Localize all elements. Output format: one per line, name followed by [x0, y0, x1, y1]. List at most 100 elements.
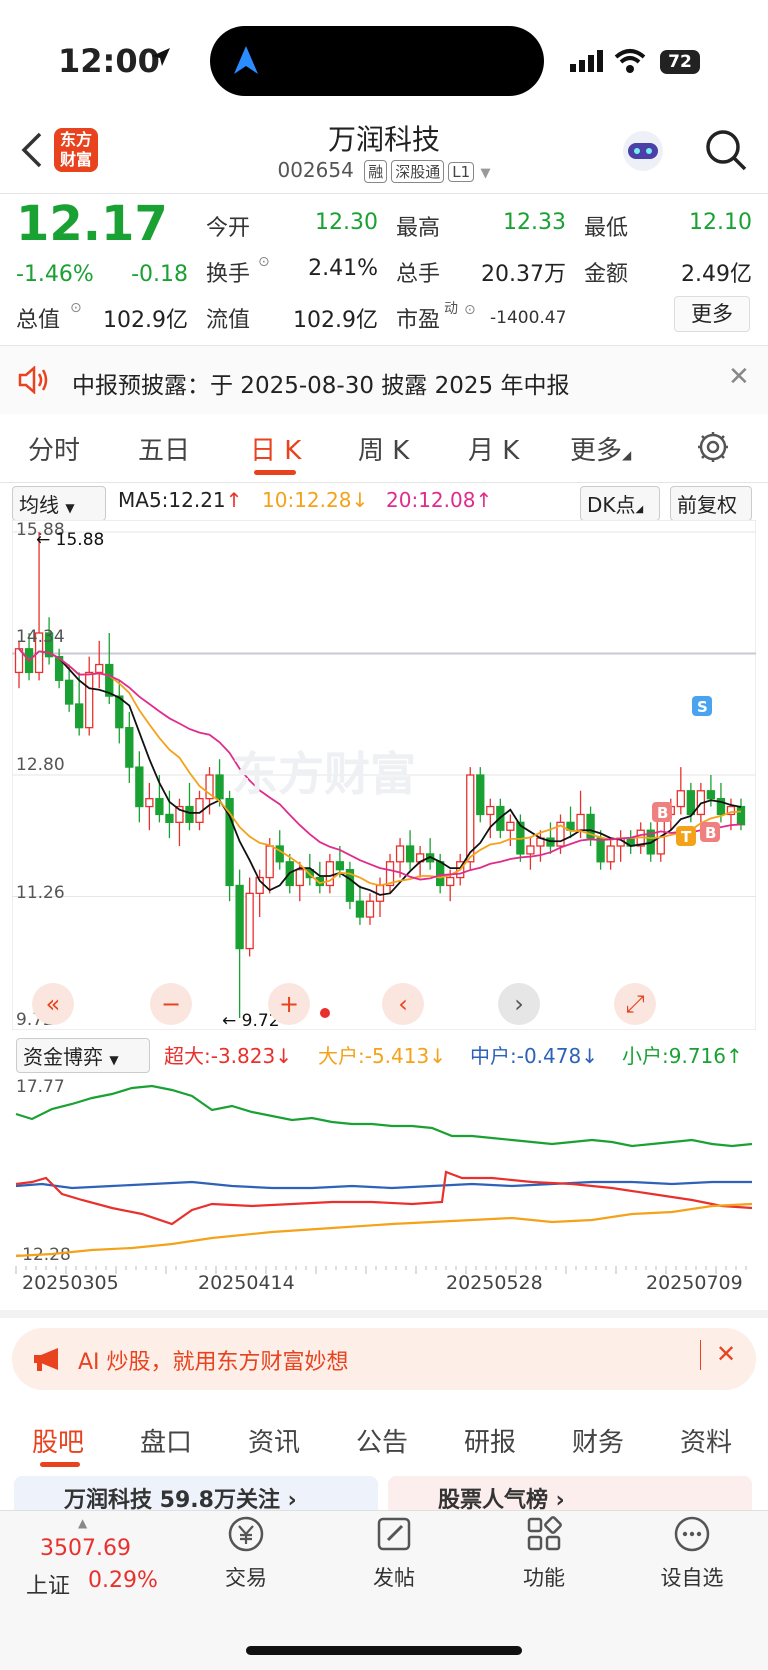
date-label-2: 20250414 — [198, 1272, 295, 1294]
candle-body — [125, 727, 134, 768]
mktcap-value: 102.9亿 — [103, 308, 188, 333]
candle-body — [265, 845, 274, 879]
candle-body — [596, 837, 605, 863]
search-button[interactable] — [704, 128, 748, 172]
live-dot — [320, 1008, 330, 1018]
info-icon[interactable]: ⊙ — [464, 302, 476, 318]
post-button[interactable]: 发帖 — [334, 1514, 454, 1592]
status-bar: 12:00 72 — [0, 0, 768, 110]
ad-banner[interactable]: AI 炒股，就用东方财富妙想 ✕ — [12, 1328, 756, 1390]
step-left-button[interactable]: ‹ — [382, 983, 424, 1025]
ma20-value: 20:12.08↑ — [386, 488, 492, 512]
index-change[interactable]: 0.29% — [88, 1568, 158, 1593]
tab-monthly-k[interactable]: 月 K — [468, 430, 519, 467]
tab-orderbook[interactable]: 盘口 — [140, 1422, 192, 1459]
functions-button[interactable]: 功能 — [484, 1514, 604, 1592]
ma10-text: 10:12.28 — [262, 488, 352, 512]
fullscreen-button[interactable]: ⤢ — [614, 983, 656, 1025]
max-annotation-value: 15.88 — [56, 530, 105, 550]
info-icon[interactable]: ⊙ — [258, 254, 270, 270]
tab-daily-k[interactable]: 日 K — [250, 430, 301, 467]
candle-body — [486, 805, 495, 816]
add-watchlist-label: 设自选 — [660, 1566, 724, 1590]
battery-indicator: 72 — [660, 50, 700, 74]
ma5-value: MA5:12.21↑ — [118, 488, 242, 512]
tab-forum[interactable]: 股吧 — [32, 1422, 84, 1459]
info-icon[interactable]: ⊙ — [70, 300, 82, 316]
tab-announcements[interactable]: 公告 — [356, 1422, 408, 1459]
header-divider — [0, 193, 768, 194]
more-dots-icon — [674, 1516, 710, 1552]
notice-close-icon[interactable]: ✕ — [728, 362, 750, 392]
zoom-in-button[interactable]: + — [268, 983, 310, 1025]
tab-weekly-k[interactable]: 周 K — [358, 430, 409, 467]
fund-flow-chart[interactable]: 17.77 -12.28 — [12, 1074, 756, 1274]
trade-label: 交易 — [225, 1566, 267, 1590]
adjust-select[interactable]: 前复权 — [670, 486, 752, 521]
large-value: 大户:-5.413↓ — [318, 1040, 446, 1069]
step-right-button[interactable]: › — [498, 983, 540, 1025]
more-quote-button[interactable]: 更多 — [674, 296, 750, 332]
candle-body — [476, 774, 485, 816]
super-large-text: 超大:-3.823 — [164, 1044, 276, 1068]
indicator-select[interactable]: 资金博弈 ▼ — [16, 1038, 150, 1073]
candle-body — [335, 861, 345, 871]
candle-body — [676, 790, 685, 808]
location-arrow-icon — [150, 46, 172, 72]
notice-bar[interactable]: 中报预披露：于 2025-08-30 披露 2025 年中报 ✕ — [0, 346, 768, 414]
candle-body — [145, 798, 154, 808]
trade-button[interactable]: 交易 — [186, 1514, 306, 1592]
tag-connect: 深股通 — [391, 160, 445, 183]
candle-body — [436, 861, 445, 887]
high-value: 12.33 — [503, 210, 566, 235]
tab-profile[interactable]: 资料 — [680, 1422, 732, 1459]
ad-close-icon[interactable]: ✕ — [716, 1340, 736, 1368]
candle-body — [405, 845, 415, 863]
candle-body — [64, 679, 74, 705]
tab-financials[interactable]: 财务 — [572, 1422, 624, 1459]
tab-news[interactable]: 资讯 — [248, 1422, 300, 1459]
wifi-icon — [614, 48, 646, 78]
candle-body — [155, 798, 164, 816]
kline-chart[interactable]: SBT B 东方财富 15.88 14.34 12.80 11.26 9.72 ←… — [12, 520, 756, 1030]
tab-research[interactable]: 研报 — [464, 1422, 516, 1459]
add-watchlist-button[interactable]: 设自选 — [632, 1514, 752, 1592]
ma20-text: 20:12.08 — [386, 488, 476, 512]
up-arrow-icon: ↑ — [475, 488, 493, 512]
date-label-1: 20250305 — [22, 1272, 119, 1294]
candle-body — [245, 892, 254, 950]
zoom-out-button[interactable]: − — [150, 983, 192, 1025]
active-tab-indicator — [254, 470, 296, 475]
notice-text: 中报预披露：于 2025-08-30 披露 2025 年中报 — [72, 373, 570, 399]
signal-marker-label: B — [705, 824, 716, 842]
index-up-caret-icon: ▲ — [78, 1516, 88, 1530]
forum-peek-card[interactable]: 万润科技 59.8万关注 › — [14, 1476, 378, 1512]
index-name[interactable]: 上证 — [26, 1568, 70, 1600]
dynamic-island — [210, 26, 544, 96]
robot-assistant-icon[interactable] — [620, 128, 666, 174]
watermark: 东方财富 — [232, 747, 416, 801]
small-value: 小户:9.716↑ — [622, 1040, 743, 1069]
candle-body — [365, 900, 375, 918]
megaphone-icon — [34, 1348, 58, 1371]
tag-margin: 融 — [364, 160, 388, 183]
change-percent: -1.46% — [16, 262, 94, 287]
candle-body — [115, 695, 124, 729]
scroll-left-fast-button[interactable]: « — [32, 983, 74, 1025]
tab-intraday[interactable]: 分时 — [28, 430, 80, 467]
settings-button[interactable] — [696, 430, 730, 468]
tab-five-day[interactable]: 五日 — [138, 430, 190, 467]
grid-icon — [527, 1516, 562, 1551]
ad-text: AI 炒股，就用东方财富妙想 — [78, 1350, 349, 1375]
indicator-select-label: 资金博弈 — [23, 1045, 103, 1069]
small-text: 小户:9.716 — [622, 1044, 726, 1068]
tab-more-label: 更多 — [570, 436, 623, 466]
super-large-value: 超大:-3.823↓ — [164, 1040, 292, 1069]
candle-body — [185, 805, 194, 823]
dk-point-select[interactable]: DK点◢ — [580, 486, 660, 521]
popularity-peek-card[interactable]: 股票人气榜 › — [388, 1476, 752, 1512]
ma-select[interactable]: 均线 ▼ — [12, 486, 106, 521]
caret-icon: ◢ — [622, 448, 632, 462]
tab-more[interactable]: 更多◢ — [570, 430, 631, 467]
index-value[interactable]: 3507.69 — [40, 1536, 131, 1561]
